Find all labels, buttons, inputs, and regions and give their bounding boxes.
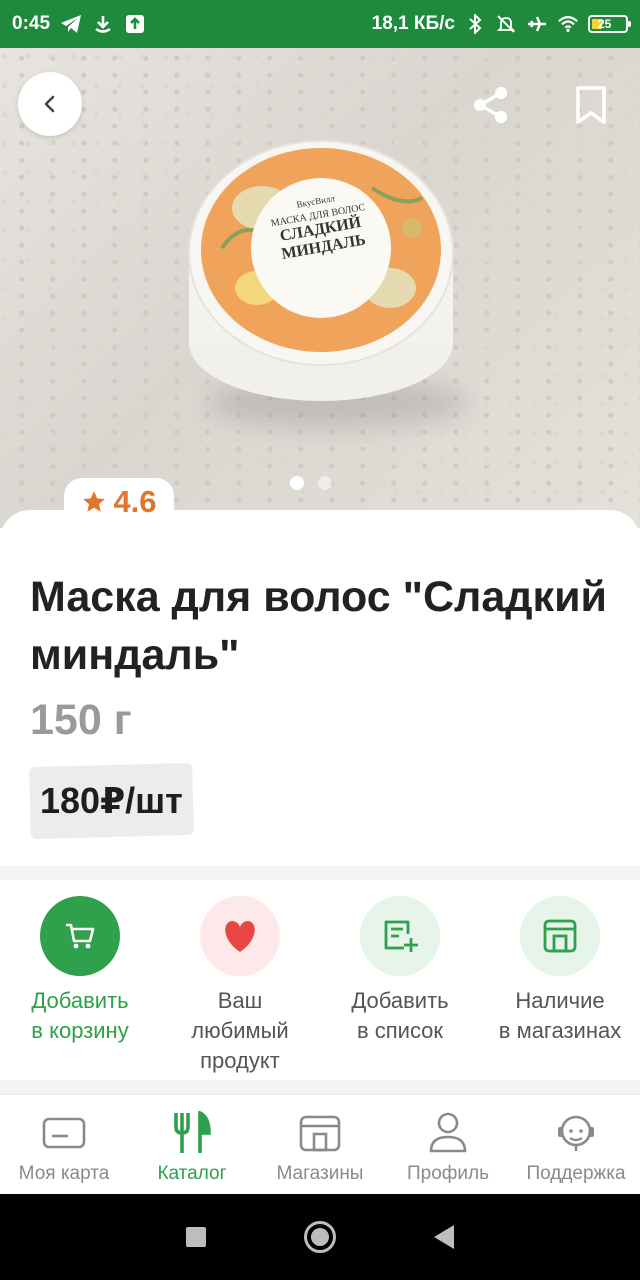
telegram-icon [60,13,82,35]
add-to-list-label: Добавить в список [351,988,449,1043]
upload-icon [124,13,146,35]
add-to-list-button[interactable]: Добавить в список [320,880,480,1080]
nav-label-my-card: Моя карта [18,1163,110,1184]
home-button[interactable] [304,1221,336,1253]
chevron-left-icon [44,95,55,113]
card-icon [42,1117,86,1149]
network-speed: 18,1 КБ/с [371,13,455,34]
carousel-dot[interactable] [290,476,304,490]
bluetooth-icon [464,13,486,35]
airplane-icon [526,13,548,35]
price-badge: 180₽/шт [29,762,194,840]
favorite-label: Ваш любимый продукт [191,988,289,1073]
add-to-cart-label: Добавить в корзину [31,988,129,1043]
product-price: 180₽/шт [40,780,183,821]
product-image[interactable]: ВкусВилл МАСКА ДЛЯ ВОЛОС СЛАДКИЙ МИНДАЛЬ [0,48,640,528]
wifi-icon [557,13,579,35]
battery-level: 25 [598,17,612,31]
rating-badge[interactable]: 4.6 [64,478,174,526]
battery-icon: 25 [588,15,631,33]
star-icon [83,491,106,512]
add-to-list-circle [360,896,440,976]
share-button[interactable] [470,84,512,126]
nav-item-stores[interactable]: Магазины [256,1095,384,1194]
product-actions: Добавить в корзину Ваш любимый продукт Д… [0,880,640,1080]
back-button[interactable] [18,72,82,136]
status-bar: 0:45 18,1 КБ/с 25 [0,0,640,48]
bookmark-icon [576,86,606,124]
divider [0,1080,640,1094]
carousel-dot[interactable] [318,476,332,490]
product-photo [188,140,454,401]
cutlery-icon [174,1111,211,1153]
add-to-cart-circle [40,896,120,976]
profile-icon [429,1112,467,1153]
nav-item-support[interactable]: Поддержка [512,1095,640,1194]
favorite-circle [200,896,280,976]
heart-icon [225,921,255,952]
rating-value: 4.6 [113,484,157,519]
favorite-button[interactable]: Ваш любимый продукт [160,880,320,1080]
download-icon [92,13,114,35]
nav-item-my-card[interactable]: Моя карта [0,1095,128,1194]
cart-icon [66,923,95,949]
store-icon [543,919,577,953]
bookmark-button[interactable] [570,84,612,126]
support-icon [558,1115,594,1151]
nav-label-support: Поддержка [526,1163,626,1184]
add-to-cart-button[interactable]: Добавить в корзину [0,880,160,1080]
store-availability-circle [520,896,600,976]
recent-apps-button[interactable] [186,1227,206,1247]
store-availability-button[interactable]: Наличие в магазинах [480,880,640,1080]
store-icon [299,1115,341,1152]
nav-item-catalog[interactable]: Каталог [128,1095,256,1194]
mute-icon [495,13,517,35]
nav-label-catalog: Каталог [157,1163,227,1184]
divider [0,866,640,880]
system-navigation [0,1194,640,1280]
share-icon [474,87,507,123]
store-availability-label: Наличие в магазинах [498,988,622,1043]
status-time: 0:45 [12,13,51,34]
back-nav-button[interactable] [434,1225,454,1249]
nav-label-stores: Магазины [276,1163,364,1184]
nav-item-profile[interactable]: Профиль [384,1095,512,1194]
product-weight: 150 г [30,696,132,744]
bottom-navigation: Моя карта Каталог Магазины Профиль Подде… [0,1094,640,1194]
product-title: Маска для волос "Сладкий миндаль" [30,573,607,679]
carousel-indicator [290,476,332,490]
add-to-list-icon [384,920,418,952]
nav-label-profile: Профиль [406,1163,490,1184]
